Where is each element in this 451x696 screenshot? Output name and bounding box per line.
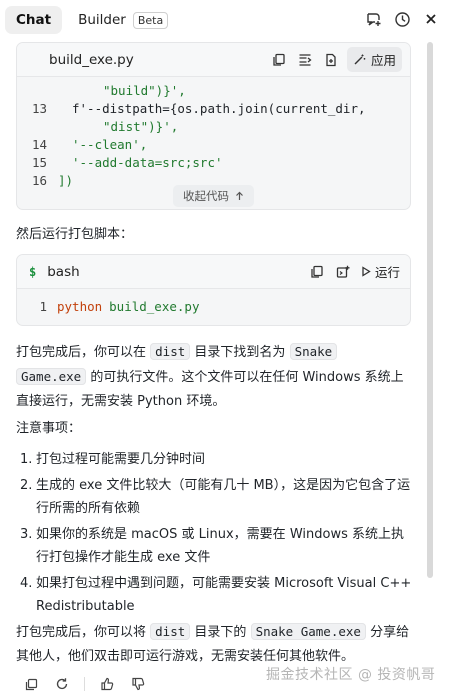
inline-code: dist bbox=[150, 343, 191, 360]
line-number: 13 bbox=[31, 101, 47, 116]
inline-code: Snake bbox=[289, 343, 338, 360]
code-line: 1 python build_exe.py bbox=[17, 298, 410, 316]
inline-code: Game.exe bbox=[16, 368, 87, 385]
scrollbar-thumb[interactable] bbox=[427, 42, 433, 578]
collapse-code-bar: 收起代码 bbox=[17, 185, 410, 209]
text-segment: 目录下的 bbox=[194, 625, 247, 640]
list-number: 1. bbox=[20, 452, 33, 467]
collapse-code-button[interactable]: 收起代码 bbox=[173, 185, 254, 207]
beta-badge: Beta bbox=[132, 11, 169, 29]
copy-icon[interactable] bbox=[307, 262, 327, 282]
notes-heading: 注意事项： bbox=[16, 421, 82, 436]
add-to-terminal-icon[interactable] bbox=[333, 262, 353, 282]
tab-bar-actions bbox=[363, 9, 441, 29]
divider bbox=[84, 677, 85, 691]
inline-code: dist bbox=[150, 623, 191, 640]
line-number bbox=[17, 82, 47, 100]
new-chat-icon[interactable] bbox=[363, 9, 383, 29]
paragraph-run-script: 然后运行打包脚本： bbox=[16, 227, 134, 242]
close-icon[interactable] bbox=[421, 9, 441, 29]
paragraph-output-location: 打包完成后，你可以在 dist 目录下找到名为 Snake Game.exe 的… bbox=[16, 340, 414, 414]
code-filename: build_exe.py bbox=[49, 51, 134, 68]
code-text: '--clean', bbox=[72, 137, 148, 152]
list-item: 2. 生成的 exe 文件比较大（可能有几十 MB），这是因为它包含了运行所需的所… bbox=[20, 474, 415, 520]
collapse-label: 收起代码 bbox=[183, 189, 229, 203]
tab-builder[interactable]: Builder Beta bbox=[68, 6, 178, 34]
message-actions-bar bbox=[0, 672, 451, 696]
play-icon bbox=[362, 266, 371, 277]
code-text: f'--distpath={os.path.join(current_dir, bbox=[72, 101, 366, 116]
code-block-actions: 应用 bbox=[269, 47, 402, 72]
insert-code-icon[interactable] bbox=[295, 50, 315, 70]
code-command: python bbox=[57, 299, 103, 314]
line-number: 15 bbox=[31, 155, 47, 170]
tab-chat[interactable]: Chat bbox=[5, 6, 63, 34]
code-block-actions: 运行 bbox=[307, 259, 402, 284]
code-body: "build")}', 13 f'--distpath={os.path.join… bbox=[17, 77, 410, 190]
copy-icon[interactable] bbox=[269, 50, 289, 70]
list-number: 2. bbox=[20, 478, 33, 493]
list-item-text: 生成的 exe 文件比较大（可能有几十 MB），这是因为它包含了运行所需的所有依… bbox=[36, 478, 411, 516]
line-number: 1 bbox=[39, 299, 47, 314]
list-item-text: 如果你的系统是 macOS 或 Linux，需要在 Windows 系统上执行打… bbox=[36, 527, 404, 565]
list-number: 3. bbox=[20, 527, 33, 542]
list-item: 3. 如果你的系统是 macOS 或 Linux，需要在 Windows 系统上执… bbox=[20, 523, 415, 569]
code-block-bash: $ bash 运行 1 python build_exe.py bbox=[16, 254, 411, 326]
copy-icon[interactable] bbox=[22, 675, 40, 693]
terminal-prompt-icon: $ bbox=[29, 264, 37, 279]
tab-chat-label: Chat bbox=[16, 12, 52, 28]
code-line: 14 '--clean', bbox=[17, 136, 410, 154]
run-label: 运行 bbox=[374, 265, 400, 280]
tab-builder-label: Builder bbox=[78, 12, 126, 28]
code-line: 13 f'--distpath={os.path.join(current_dir… bbox=[17, 100, 410, 118]
apply-label: 应用 bbox=[370, 53, 396, 68]
code-line: "build")}', bbox=[17, 82, 410, 100]
thumbs-up-icon[interactable] bbox=[98, 675, 116, 693]
paragraph-share: 打包完成后，你可以将 dist 目录下的 Snake Game.exe 分享给其… bbox=[16, 620, 414, 669]
magic-wand-icon bbox=[354, 54, 366, 65]
text-segment: 打包完成后，你可以将 bbox=[16, 625, 147, 640]
history-icon[interactable] bbox=[392, 9, 412, 29]
code-line: "dist")}', bbox=[17, 118, 410, 136]
new-file-icon[interactable] bbox=[321, 50, 341, 70]
list-item: 4. 如果打包过程中遇到问题，可能需要安装 Microsoft Visual C+… bbox=[20, 572, 415, 618]
list-item: 1. 打包过程可能需要几分钟时间 bbox=[20, 448, 415, 471]
code-body: 1 python build_exe.py bbox=[17, 289, 410, 316]
code-block-header: build_exe.py 应用 bbox=[17, 43, 410, 77]
text-segment: 打包完成后，你可以在 bbox=[16, 345, 147, 360]
line-number: 14 bbox=[31, 137, 47, 152]
notes-list: 1. 打包过程可能需要几分钟时间 2. 生成的 exe 文件比较大（可能有几十 MB… bbox=[20, 448, 415, 621]
code-language: bash bbox=[47, 263, 80, 280]
list-item-text: 打包过程可能需要几分钟时间 bbox=[36, 452, 206, 467]
code-text: "build")}', bbox=[103, 83, 186, 98]
code-argument: build_exe.py bbox=[109, 299, 200, 314]
run-button[interactable]: 运行 bbox=[359, 259, 402, 284]
list-number: 4. bbox=[20, 576, 33, 591]
code-block-header: $ bash 运行 bbox=[17, 255, 410, 289]
code-text: "dist")}', bbox=[103, 119, 179, 134]
thumbs-down-icon[interactable] bbox=[129, 675, 147, 693]
text-segment: 目录下找到名为 bbox=[194, 345, 286, 360]
inline-code: Snake Game.exe bbox=[250, 623, 366, 640]
code-text: '--add-data=src;src' bbox=[72, 155, 223, 170]
top-tab-bar: Chat Builder Beta bbox=[0, 0, 451, 40]
regenerate-icon[interactable] bbox=[53, 675, 71, 693]
arrow-up-icon bbox=[236, 191, 243, 200]
apply-button[interactable]: 应用 bbox=[346, 47, 402, 72]
code-block-build-exe: build_exe.py 应用 "build")}', 13 f'--distpa… bbox=[16, 42, 411, 210]
code-line: 15 '--add-data=src;src' bbox=[17, 154, 410, 172]
list-item-text: 如果打包过程中遇到问题，可能需要安装 Microsoft Visual C++ … bbox=[36, 576, 412, 614]
line-number bbox=[17, 118, 47, 136]
